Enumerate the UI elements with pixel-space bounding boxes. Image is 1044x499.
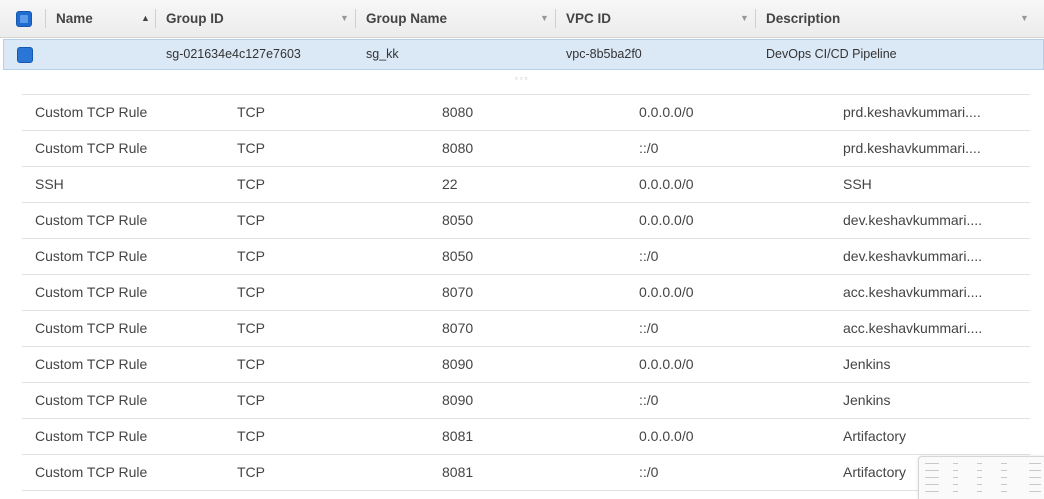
rule-source-cell: ::/0: [639, 248, 659, 264]
rule-description-cell: Artifactory: [843, 428, 907, 444]
column-header-description[interactable]: Description: [766, 0, 840, 37]
rule-protocol-cell: TCP: [237, 284, 265, 300]
rule-port-cell: 8080: [442, 104, 474, 120]
table-row[interactable]: Custom TCP Rule TCP 8081 0.0.0.0/0 Artifacto…: [22, 419, 1030, 455]
caret-down-icon[interactable]: ▼: [540, 0, 549, 37]
rule-port-cell: 8050: [442, 248, 474, 264]
rule-type-cell: Custom TCP Rule: [35, 212, 148, 228]
group-name-value-cell: sg_kk: [366, 47, 399, 61]
rule-port-cell: 22: [442, 176, 458, 192]
rule-type-cell: Custom TCP Rule: [35, 356, 148, 372]
rule-description-cell: Artifactory: [843, 464, 907, 480]
security-groups-table-header: Name ▲ Group ID ▼ Group Name ▼ VPC ID ▼ …: [0, 0, 1044, 38]
rule-port-cell: 8050: [442, 212, 474, 228]
inbound-rules-table: Custom TCP Rule TCP 8080 0.0.0.0/0 prd.kesha…: [22, 94, 1030, 491]
table-row[interactable]: Custom TCP Rule TCP 8090::/0 Jenkins: [22, 383, 1030, 419]
description-cell: DevOps CI/CD Pipeline: [766, 47, 897, 61]
table-row[interactable]: Custom TCP Rule TCP 8050 0.0.0.0/0 dev.kesha…: [22, 203, 1030, 239]
rule-description-cell: prd.keshavkummari....: [843, 104, 981, 120]
rule-type-cell: Custom TCP Rule: [35, 464, 148, 480]
rule-protocol-cell: TCP: [237, 320, 265, 336]
rule-source-cell: 0.0.0.0/0: [639, 428, 694, 444]
table-row[interactable]: SSH TCP 22 0.0.0.0/0 SSH: [22, 167, 1030, 203]
rule-type-cell: Custom TCP Rule: [35, 428, 148, 444]
rule-description-cell: acc.keshavkummari....: [843, 284, 983, 300]
rule-type-cell: Custom TCP Rule: [35, 248, 148, 264]
drag-handle-icon[interactable]: ▫▫▫: [515, 74, 530, 83]
rule-source-cell: ::/0: [639, 320, 659, 336]
rule-port-cell: 8070: [442, 320, 474, 336]
column-header-name[interactable]: Name: [56, 0, 93, 37]
rule-port-cell: 8080: [442, 140, 474, 156]
rule-source-cell: 0.0.0.0/0: [639, 212, 694, 228]
rule-protocol-cell: TCP: [237, 248, 265, 264]
rule-type-cell: Custom TCP Rule: [35, 284, 148, 300]
column-separator: [555, 9, 556, 28]
table-row[interactable]: Custom TCP Rule TCP 8070 0.0.0.0/0 acc.kesha…: [22, 275, 1030, 311]
rule-port-cell: 8081: [442, 428, 474, 444]
rule-type-cell: SSH: [35, 176, 64, 192]
rule-protocol-cell: TCP: [237, 104, 265, 120]
rule-source-cell: 0.0.0.0/0: [639, 284, 694, 300]
column-separator: [155, 9, 156, 28]
rule-protocol-cell: TCP: [237, 356, 265, 372]
rule-description-cell: prd.keshavkummari....: [843, 140, 981, 156]
row-checkbox-icon[interactable]: [17, 47, 33, 63]
rule-protocol-cell: TCP: [237, 392, 265, 408]
rule-description-cell: SSH: [843, 176, 872, 192]
thumbnail-preview[interactable]: [918, 456, 1044, 499]
select-all-checkbox-icon[interactable]: [16, 11, 32, 27]
rule-port-cell: 8090: [442, 356, 474, 372]
group-id-cell: sg-021634e4c127e7603: [166, 47, 301, 61]
rule-source-cell: 0.0.0.0/0: [639, 356, 694, 372]
rule-description-cell: Jenkins: [843, 356, 891, 372]
column-separator: [45, 9, 46, 28]
rule-type-cell: Custom TCP Rule: [35, 320, 148, 336]
table-row[interactable]: Custom TCP Rule TCP 8070::/0 acc.keshavkumm…: [22, 311, 1030, 347]
rule-port-cell: 8081: [442, 464, 474, 480]
column-separator: [755, 9, 756, 28]
rule-protocol-cell: TCP: [237, 140, 265, 156]
rule-type-cell: Custom TCP Rule: [35, 140, 148, 156]
table-row[interactable]: Custom TCP Rule TCP 8090 0.0.0.0/0 Jenkins: [22, 347, 1030, 383]
caret-down-icon[interactable]: ▼: [340, 0, 349, 37]
rule-source-cell: ::/0: [639, 464, 659, 480]
caret-down-icon[interactable]: ▼: [1020, 0, 1029, 37]
rule-source-cell: ::/0: [639, 140, 659, 156]
rule-description-cell: acc.keshavkummari....: [843, 320, 983, 336]
vpc-id-cell: vpc-8b5ba2f0: [566, 47, 642, 61]
table-row[interactable]: Custom TCP Rule TCP 8050::/0 dev.keshavkumm…: [22, 239, 1030, 275]
rule-source-cell: ::/0: [639, 392, 659, 408]
column-header-group-name[interactable]: Group Name: [366, 0, 447, 37]
rule-protocol-cell: TCP: [237, 212, 265, 228]
rule-source-cell: 0.0.0.0/0: [639, 176, 694, 192]
rule-protocol-cell: TCP: [237, 176, 265, 192]
column-header-group-id[interactable]: Group ID: [166, 0, 224, 37]
column-separator: [355, 9, 356, 28]
rule-description-cell: dev.keshavkummari....: [843, 248, 983, 264]
sort-ascending-icon[interactable]: ▲: [141, 0, 150, 37]
table-row[interactable]: Custom TCP Rule TCP 8081::/0 Artifactory: [22, 455, 1030, 491]
rule-type-cell: Custom TCP Rule: [35, 392, 148, 408]
rule-protocol-cell: TCP: [237, 428, 265, 444]
column-header-vpc-id[interactable]: VPC ID: [566, 0, 611, 37]
rule-protocol-cell: TCP: [237, 464, 265, 480]
table-row[interactable]: Custom TCP Rule TCP 8080 0.0.0.0/0 prd.kesha…: [22, 95, 1030, 131]
security-group-row-selected[interactable]: sg-021634e4c127e7603 sg_kk vpc-8b5ba2f0 …: [3, 39, 1044, 70]
rule-description-cell: dev.keshavkummari....: [843, 212, 983, 228]
rule-port-cell: 8090: [442, 392, 474, 408]
rule-port-cell: 8070: [442, 284, 474, 300]
rule-source-cell: 0.0.0.0/0: [639, 104, 694, 120]
rule-description-cell: Jenkins: [843, 392, 891, 408]
table-row[interactable]: Custom TCP Rule TCP 8080::/0 prd.keshavkumm…: [22, 131, 1030, 167]
rule-type-cell: Custom TCP Rule: [35, 104, 148, 120]
caret-down-icon[interactable]: ▼: [740, 0, 749, 37]
